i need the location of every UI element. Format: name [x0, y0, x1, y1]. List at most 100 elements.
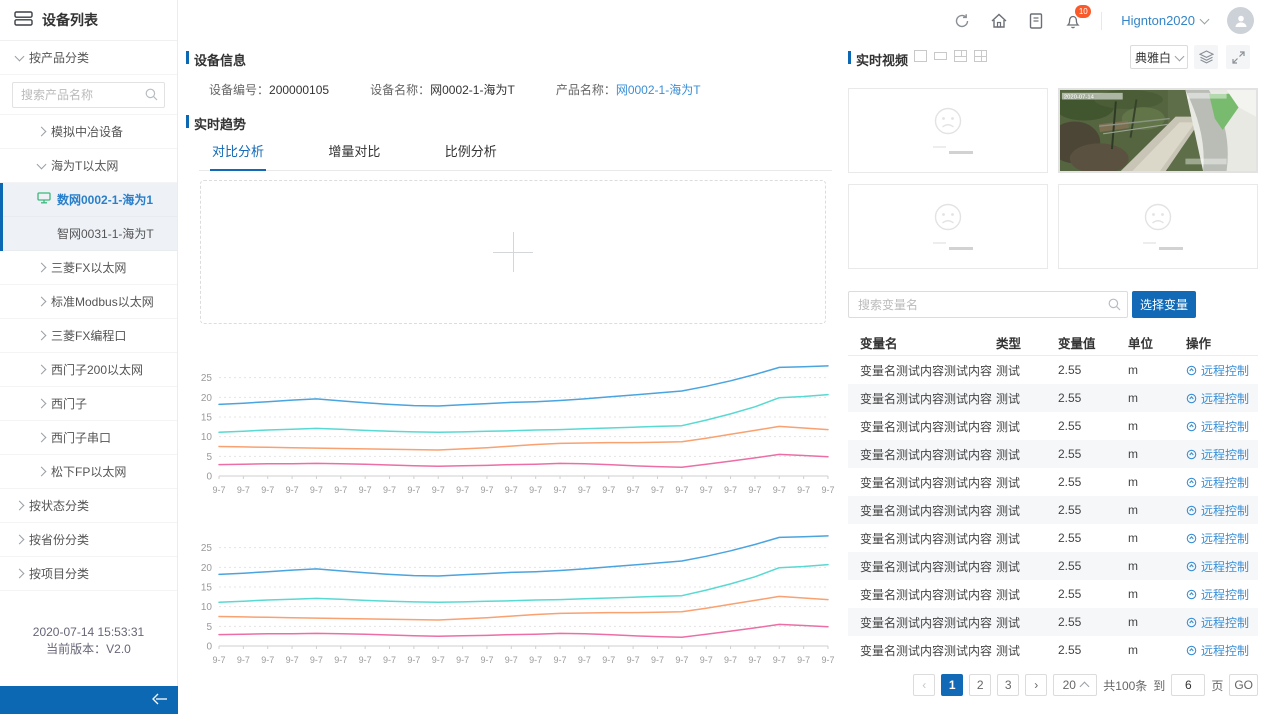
- chevron-right-icon: [37, 433, 47, 443]
- remote-control-link[interactable]: 远程控制: [1201, 446, 1249, 463]
- layout-three-pane-icon[interactable]: [954, 50, 967, 62]
- remote-control-link[interactable]: 远程控制: [1201, 502, 1249, 519]
- user-menu[interactable]: Hignton2020: [1121, 13, 1208, 28]
- field-label: 产品名称：: [556, 83, 616, 97]
- svg-text:9-7: 9-7: [554, 655, 567, 665]
- sidebar-item-panasonic[interactable]: 松下FP以太网: [0, 455, 177, 489]
- cell-unit: m: [1128, 531, 1186, 545]
- cell-unit: m: [1128, 475, 1186, 489]
- bell-icon[interactable]: 10: [1064, 12, 1082, 30]
- video-slot-empty-3[interactable]: [1058, 184, 1258, 269]
- layout-single-icon[interactable]: [914, 50, 927, 62]
- svg-text:9-7: 9-7: [310, 485, 323, 495]
- next-page-button[interactable]: ›: [1025, 674, 1047, 696]
- page-button-2[interactable]: 2: [969, 674, 991, 696]
- svg-text:9-7: 9-7: [480, 485, 493, 495]
- video-slot-empty-2[interactable]: [848, 184, 1048, 269]
- prev-page-button[interactable]: ‹: [913, 674, 935, 696]
- col-value: 变量值: [1058, 333, 1128, 352]
- remote-control-link[interactable]: 远程控制: [1201, 614, 1249, 631]
- svg-text:9-7: 9-7: [675, 485, 688, 495]
- cell-type: 测试: [996, 362, 1058, 379]
- page-size-select[interactable]: 20: [1053, 674, 1097, 696]
- svg-text:9-7: 9-7: [237, 485, 250, 495]
- sidebar-item-monitu[interactable]: 模拟中冶设备: [0, 115, 177, 149]
- sidebar-item-mitsubishi-eth[interactable]: 三菱FX以太网: [0, 251, 177, 285]
- footer-version: 当前版本：V2.0: [0, 641, 177, 658]
- remote-control-link[interactable]: 远程控制: [1201, 474, 1249, 491]
- page-button-3[interactable]: 3: [997, 674, 1019, 696]
- cell-variable-name: 变量名测试内容测试内容: [848, 558, 996, 575]
- remote-control-link[interactable]: 远程控制: [1201, 642, 1249, 659]
- sidebar-item-mitsubishi-prog[interactable]: 三菱FX编程口: [0, 319, 177, 353]
- placeholder-line: [1159, 247, 1183, 250]
- sidebar-item-siemens200[interactable]: 西门子200以太网: [0, 353, 177, 387]
- variable-search-input[interactable]: [848, 291, 1128, 318]
- avatar[interactable]: [1227, 7, 1254, 34]
- chevron-down-icon: [37, 159, 47, 169]
- layout-two-pane-icon[interactable]: [934, 52, 947, 60]
- remote-control-link[interactable]: 远程控制: [1201, 390, 1249, 407]
- remote-control-link[interactable]: 远程控制: [1201, 362, 1249, 379]
- layout-four-grid-icon[interactable]: [974, 50, 987, 62]
- go-button[interactable]: GO: [1229, 674, 1258, 696]
- document-icon[interactable]: [1027, 12, 1045, 30]
- sidebar-item-modbus[interactable]: 标准Modbus以太网: [0, 285, 177, 319]
- refresh-icon[interactable]: [953, 12, 971, 30]
- remote-control-link[interactable]: 远程控制: [1201, 586, 1249, 603]
- goto-page-input[interactable]: [1171, 674, 1205, 696]
- svg-text:9-7: 9-7: [529, 485, 542, 495]
- svg-text:9-7: 9-7: [237, 655, 250, 665]
- sidebar-item-siemens-serial[interactable]: 西门子串口: [0, 421, 177, 455]
- fullscreen-button[interactable]: [1226, 45, 1250, 69]
- trend-title: 实时趋势: [186, 114, 246, 133]
- video-feed[interactable]: 2020-07-14: [1058, 88, 1258, 173]
- no-video-face-icon: [1135, 203, 1181, 237]
- table-row: 变量名测试内容测试内容测试2.55m远程控制: [848, 636, 1258, 664]
- page-button-1[interactable]: 1: [941, 674, 963, 696]
- video-slot-empty-1[interactable]: [848, 88, 1048, 173]
- collapse-sidebar-icon[interactable]: [152, 693, 168, 708]
- cell-variable-name: 变量名测试内容测试内容: [848, 474, 996, 491]
- sidebar-group-product[interactable]: 按产品分类: [0, 41, 177, 75]
- trend-chart-2: 05101520259-79-79-79-79-79-79-79-79-79-7…: [193, 518, 838, 670]
- product-search-input[interactable]: [12, 82, 165, 108]
- sidebar-item-siemens[interactable]: 西门子: [0, 387, 177, 421]
- remote-control-link[interactable]: 远程控制: [1201, 530, 1249, 547]
- home-icon[interactable]: [990, 12, 1008, 30]
- svg-text:9-7: 9-7: [675, 655, 688, 665]
- remote-control-icon: [1186, 645, 1197, 656]
- group-label: 按省份分类: [29, 531, 89, 548]
- tab-ratio-analysis[interactable]: 比例分析: [443, 137, 499, 169]
- chevron-right-icon: [37, 365, 47, 375]
- sidebar: 设备列表 按产品分类 模拟中冶设备 海为T以太网 数网0002: [0, 0, 178, 714]
- select-variable-button[interactable]: 选择变量: [1132, 291, 1196, 318]
- sidebar-group-project[interactable]: 按项目分类: [0, 557, 177, 591]
- cell-variable-name: 变量名测试内容测试内容: [848, 642, 996, 659]
- field-label: 设备名称：: [370, 83, 430, 97]
- cell-unit: m: [1128, 587, 1186, 601]
- top-header: 10 Hignton2020: [178, 0, 1268, 41]
- sidebar-group-province[interactable]: 按省份分类: [0, 523, 177, 557]
- page-buttons: 123: [941, 674, 1019, 696]
- tab-compare-analysis[interactable]: 对比分析: [210, 137, 266, 171]
- sidebar-item-device2[interactable]: 智网0031-1-海为T: [3, 217, 177, 251]
- cell-unit: m: [1128, 643, 1186, 657]
- remote-control-link[interactable]: 远程控制: [1201, 558, 1249, 575]
- remote-control-link[interactable]: 远程控制: [1201, 418, 1249, 435]
- add-chart-placeholder[interactable]: [200, 180, 826, 324]
- product-name-link[interactable]: 网0002-1-海为T: [616, 83, 701, 97]
- group-label: 按产品分类: [29, 49, 89, 66]
- tab-increment-compare[interactable]: 增量对比: [326, 137, 382, 169]
- theme-select[interactable]: 典雅白: [1130, 45, 1188, 69]
- sidebar-item-haiwei-group[interactable]: 海为T以太网: [0, 149, 177, 183]
- remote-control-icon: [1186, 505, 1197, 516]
- sidebar-group-status[interactable]: 按状态分类: [0, 489, 177, 523]
- svg-text:9-7: 9-7: [748, 655, 761, 665]
- remote-control-icon: [1186, 589, 1197, 600]
- sidebar-footer: 2020-07-14 15:53:31 当前版本：V2.0: [0, 624, 177, 658]
- table-row: 变量名测试内容测试内容测试2.55m远程控制: [848, 608, 1258, 636]
- sidebar-item-device-selected[interactable]: 数网0002-1-海为1: [3, 183, 177, 217]
- cell-type: 测试: [996, 418, 1058, 435]
- layers-button[interactable]: [1194, 45, 1218, 69]
